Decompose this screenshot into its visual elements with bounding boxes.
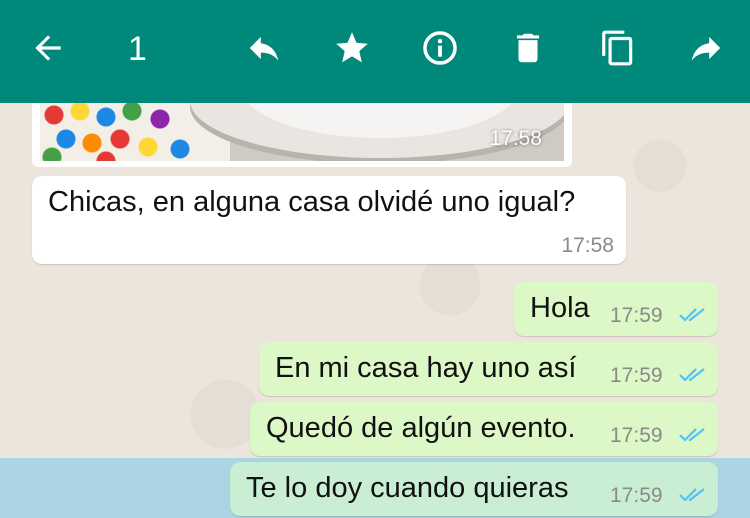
incoming-message[interactable]: Chicas, en alguna casa olvidé uno igual?… — [32, 176, 626, 264]
selected-count: 1 — [128, 30, 147, 68]
outgoing-message[interactable]: Quedó de algún evento. 17:59 — [250, 402, 718, 456]
selection-toolbar: 1 — [0, 0, 750, 103]
message-text: Chicas, en alguna casa olvidé uno igual? — [48, 186, 576, 218]
outgoing-message[interactable]: Hola 17:59 — [514, 282, 718, 336]
star-icon[interactable] — [324, 20, 380, 76]
message-time: 17:58 — [489, 127, 542, 150]
message-time: 17:58 — [561, 234, 614, 257]
message-time: 17:59 — [610, 484, 663, 507]
message-text: En mi casa hay uno así — [275, 352, 577, 384]
read-receipt-icon — [679, 368, 705, 382]
message-text: Hola — [530, 292, 590, 324]
reply-icon[interactable] — [236, 20, 292, 76]
read-receipt-icon — [679, 308, 705, 322]
copy-icon[interactable] — [590, 20, 646, 76]
image-message[interactable]: 17:58 — [32, 103, 572, 167]
back-arrow-icon[interactable] — [20, 20, 76, 76]
delete-icon[interactable] — [500, 20, 556, 76]
read-receipt-icon — [679, 488, 705, 502]
message-text: Quedó de algún evento. — [266, 412, 576, 444]
read-receipt-icon — [679, 428, 705, 442]
message-time: 17:59 — [610, 304, 663, 327]
forward-icon[interactable] — [678, 20, 734, 76]
message-text: Te lo doy cuando quieras — [246, 472, 569, 504]
photo-attachment[interactable]: 17:58 — [40, 103, 564, 161]
message-time: 17:59 — [610, 424, 663, 447]
outgoing-message[interactable]: En mi casa hay uno así 17:59 — [259, 342, 718, 396]
outgoing-message-selected[interactable]: Te lo doy cuando quieras 17:59 — [230, 462, 718, 516]
message-time: 17:59 — [610, 364, 663, 387]
info-icon[interactable] — [412, 20, 468, 76]
